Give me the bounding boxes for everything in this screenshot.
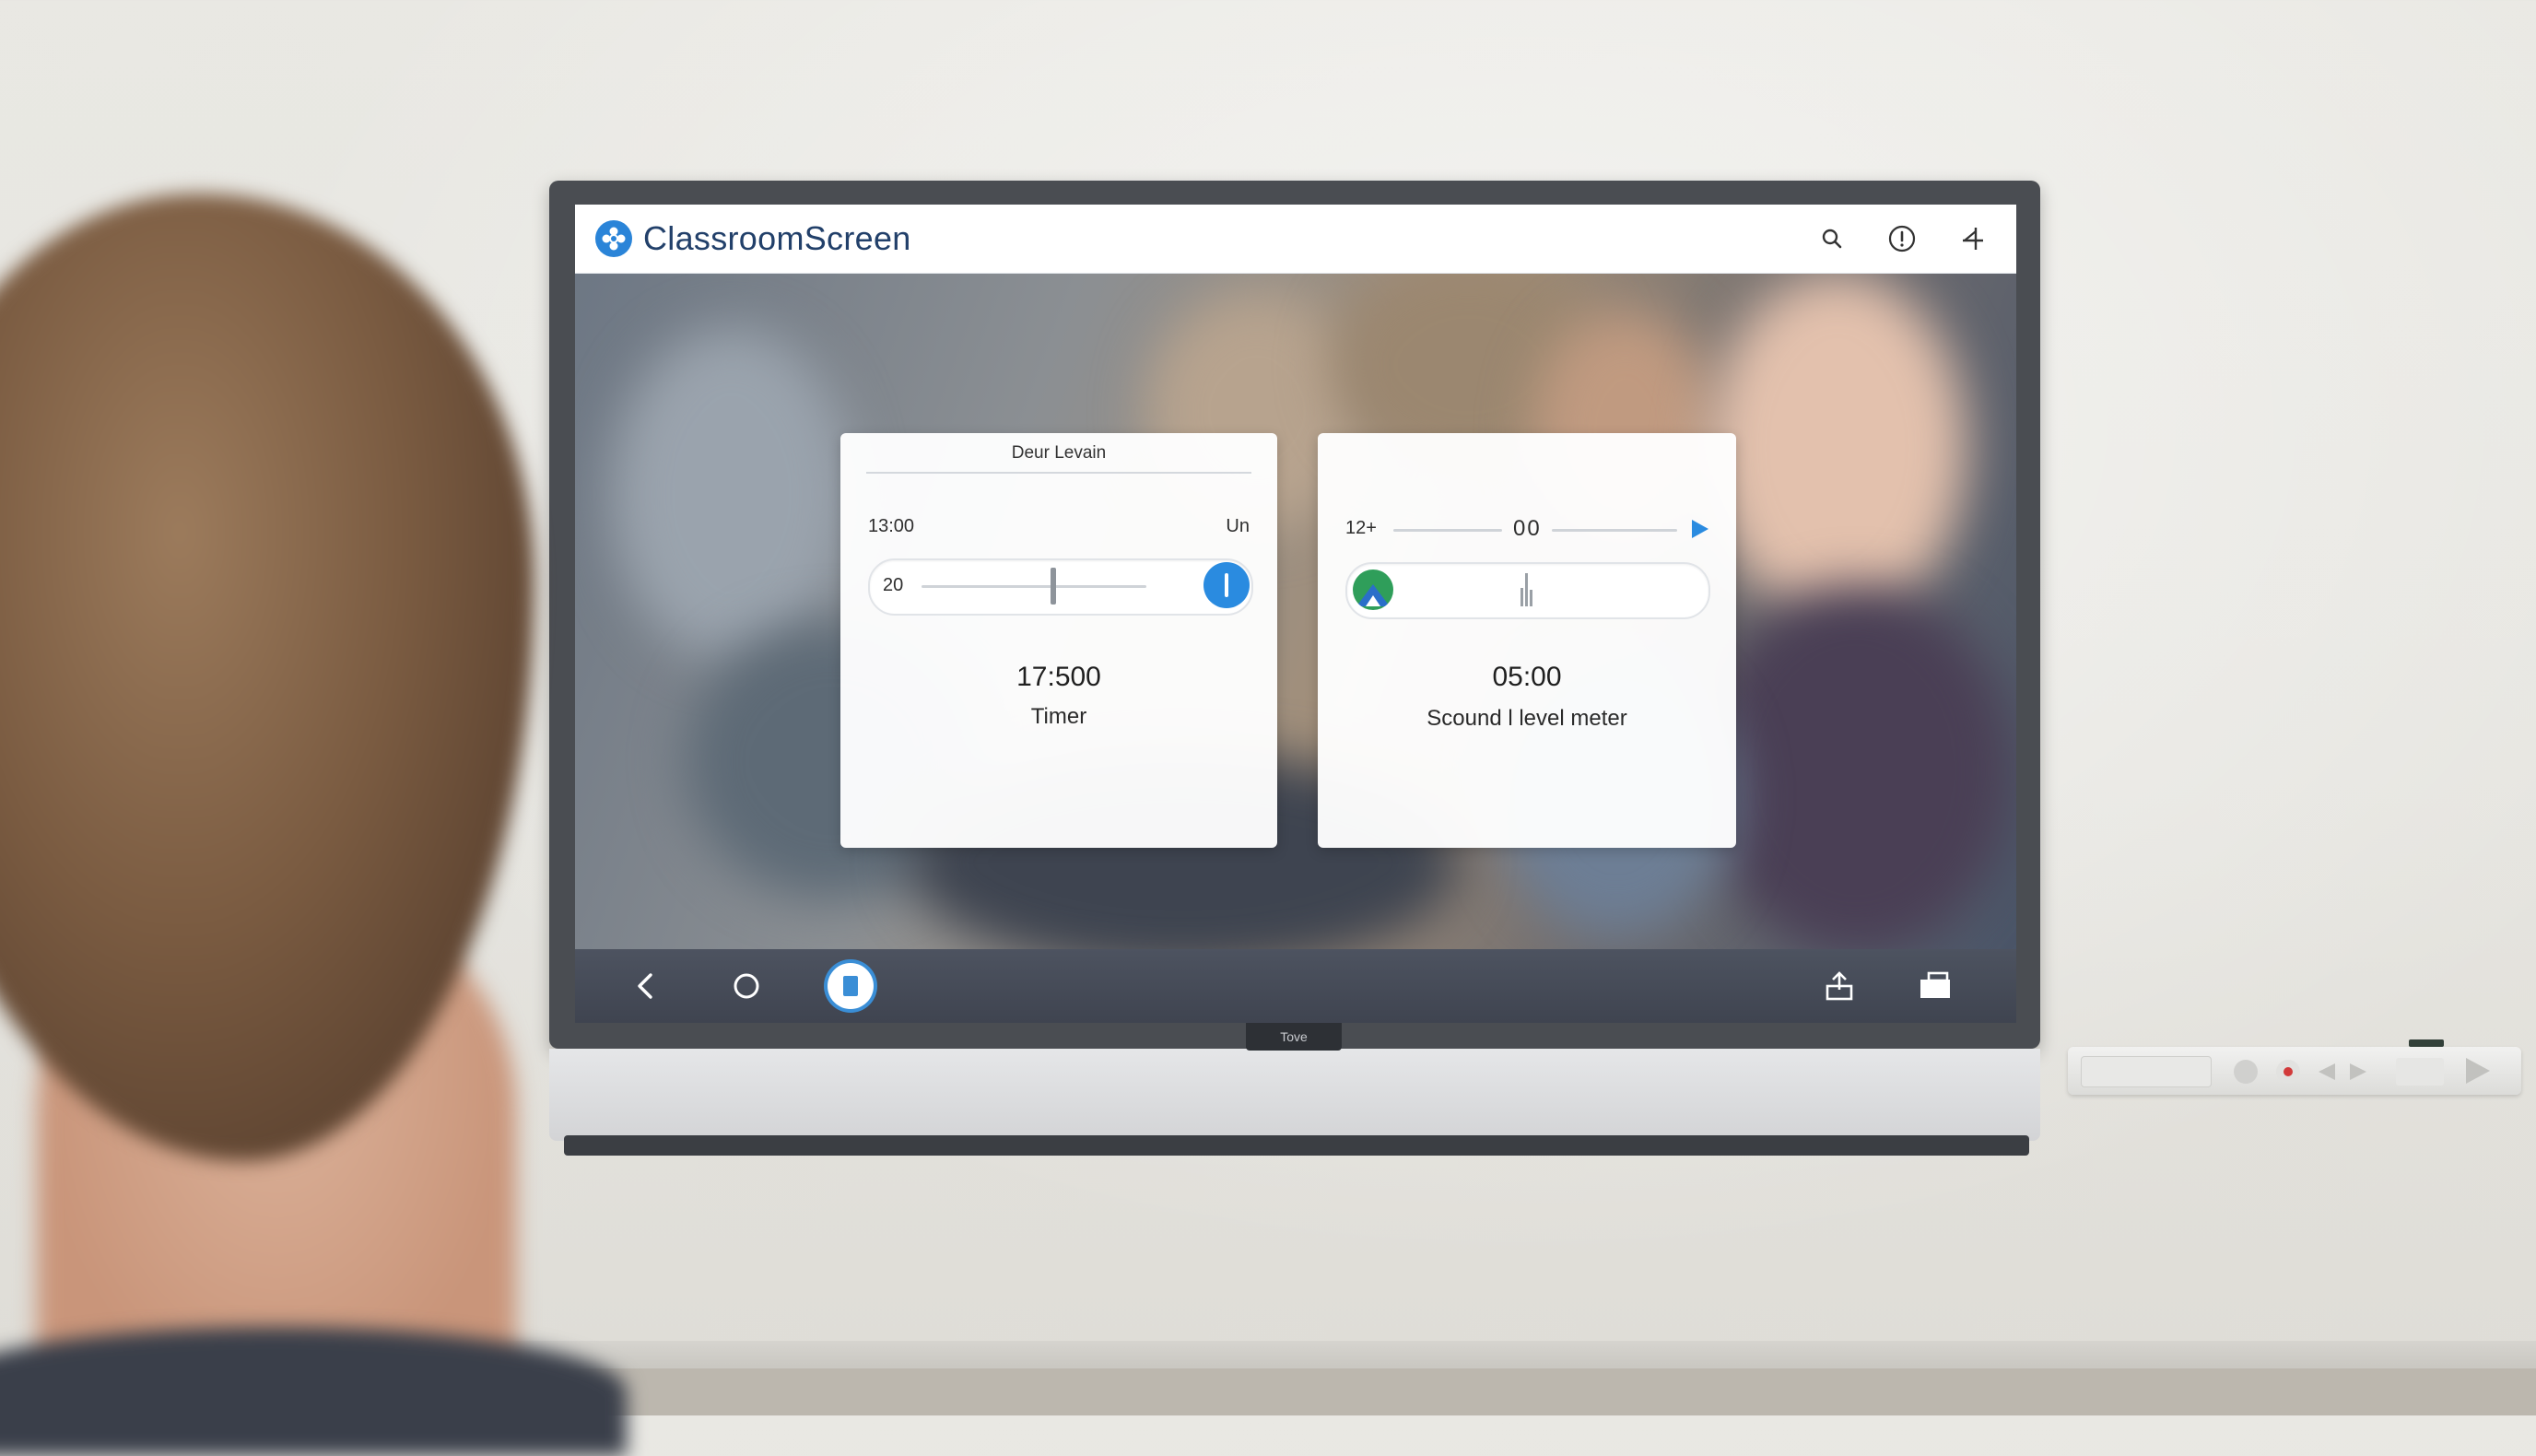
timer-slider-thumb[interactable] [1051, 568, 1056, 605]
timer-slider[interactable]: 20 [868, 558, 1253, 616]
timer-card[interactable]: Deur Levain 13:00 Un 20 17:500 Timer [840, 433, 1277, 848]
flower-icon [595, 220, 632, 257]
timer-time: 17:500 [1016, 662, 1101, 692]
level-indicator-icon [1519, 573, 1535, 611]
sound-level-time: 05:00 [1492, 662, 1562, 692]
sound-level-card[interactable]: 12+ 00 05:00 Scound l level meter [1318, 433, 1736, 848]
panel-slot-small [2396, 1058, 2444, 1086]
timer-card-header: Deur Levain [866, 439, 1251, 474]
sound-level-middle-label: 00 [1513, 516, 1542, 541]
whiteboard-control-panel [2068, 1047, 2521, 1095]
power-icon[interactable] [1203, 562, 1250, 608]
recent-apps-icon[interactable] [828, 963, 874, 1009]
sound-level-label: Scound l level meter [1426, 706, 1627, 731]
timer-slider-value: 20 [883, 575, 904, 595]
back-icon[interactable] [625, 966, 665, 1006]
timer-start-label: 13:00 [868, 516, 915, 536]
system-navbar [575, 949, 2016, 1023]
background-photo [575, 273, 2016, 949]
sound-level-track-right [1552, 529, 1677, 532]
tv-chin [549, 1049, 2040, 1141]
panel-slot [2081, 1056, 2212, 1087]
tv-tray [564, 1135, 2029, 1156]
app-bar: ClassroomScreen [575, 205, 2016, 273]
sound-level-track-left [1393, 529, 1502, 532]
sound-level-meter-bar [1345, 562, 1710, 619]
whiteboard-ledge [369, 1341, 2536, 1368]
pin-icon[interactable] [1955, 222, 1989, 255]
info-icon[interactable] [1885, 222, 1919, 255]
sound-level-left-label: 12+ [1345, 518, 1377, 538]
prev-icon[interactable] [2315, 1060, 2339, 1088]
timer-unit-label: Un [1226, 516, 1250, 536]
next-icon[interactable] [2346, 1060, 2370, 1088]
panel-button-icon[interactable] [2234, 1060, 2258, 1084]
play-panel-icon[interactable] [2462, 1056, 2494, 1090]
app-title: ClassroomScreen [643, 219, 911, 257]
record-icon[interactable] [2276, 1060, 2300, 1084]
play-icon[interactable] [1690, 518, 1710, 545]
timer-slider-track [922, 585, 1146, 588]
home-icon[interactable] [726, 966, 767, 1006]
app-bar-actions [1815, 222, 1989, 255]
timer-label: Timer [1030, 704, 1087, 729]
tv-screen: ClassroomScreen Deur Levain 13:00 Un 20 … [575, 205, 2016, 1023]
window-icon[interactable] [1915, 966, 1955, 1006]
share-icon[interactable] [1819, 966, 1860, 1006]
panel-led [2409, 1039, 2444, 1047]
tv-brand: Tove [1246, 1023, 1342, 1051]
mountain-icon [1353, 569, 1393, 610]
search-icon[interactable] [1815, 222, 1849, 255]
